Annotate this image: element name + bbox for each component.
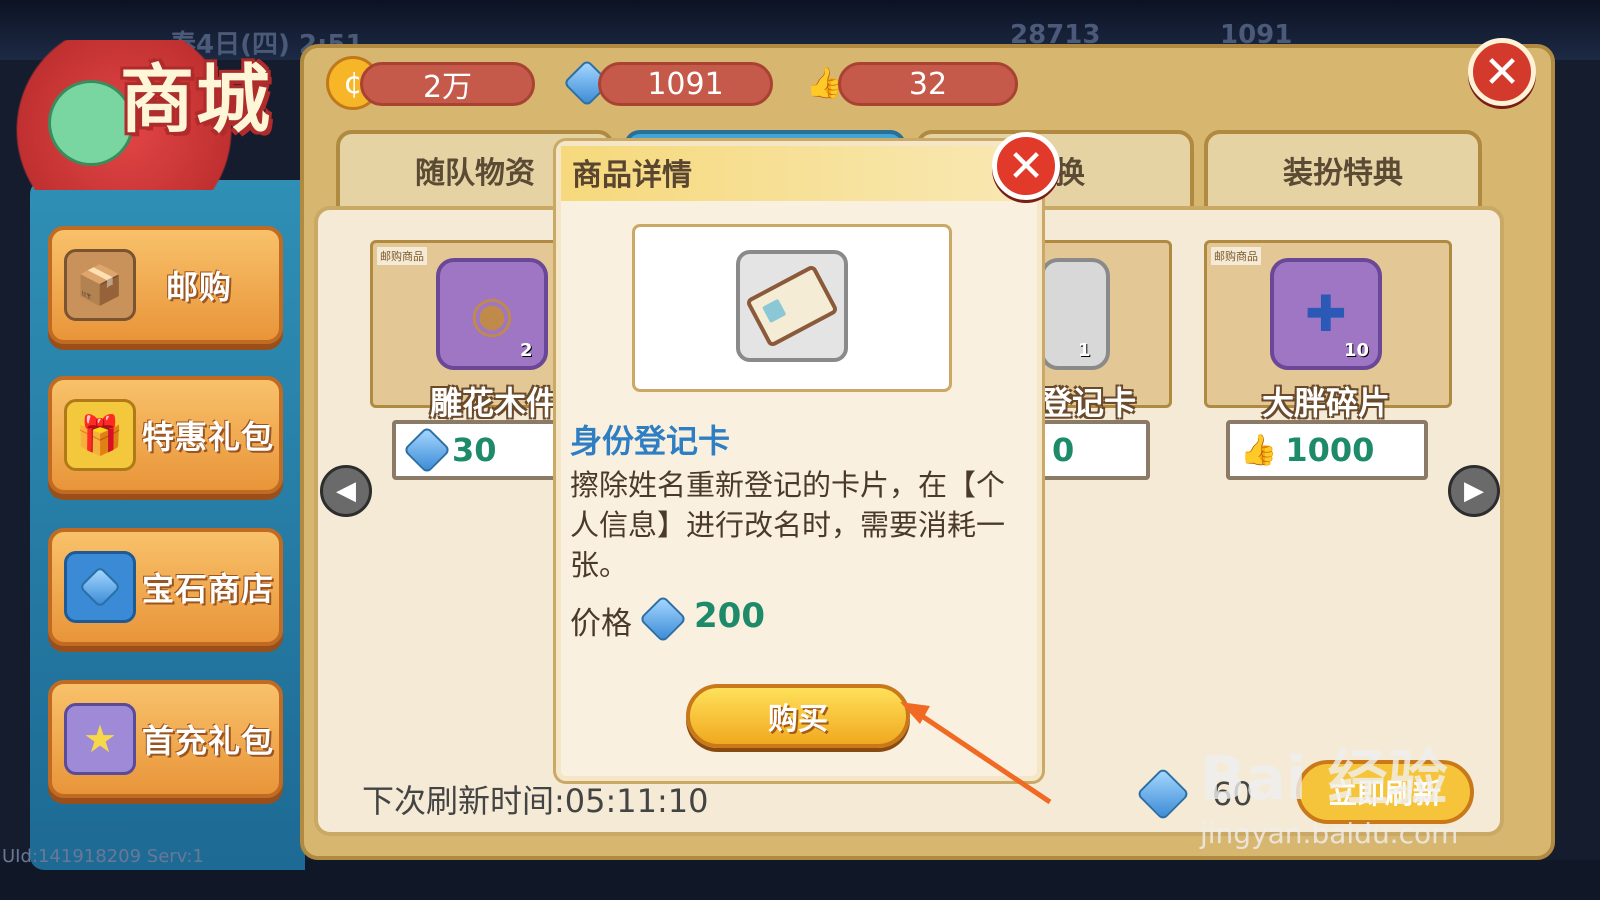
sidebar-item-first-recharge[interactable]: ★ 首充礼包 [48, 680, 283, 798]
goods-price-value: 1000 [1285, 431, 1375, 469]
goods-price-value: 0 [1052, 431, 1075, 469]
price-label: 价格 [570, 606, 632, 642]
goods-price-value: 30 [452, 431, 497, 469]
gift-icon: 🎁 [64, 399, 136, 471]
sidebar-item-special-pack[interactable]: 🎁 特惠礼包 [48, 376, 283, 494]
id-card-icon [1040, 258, 1110, 370]
prev-page-button[interactable]: ◀ [320, 465, 372, 517]
id-card-icon [736, 250, 848, 362]
sidebar-item-label: 邮购 [166, 268, 233, 306]
sidebar-item-gem-shop[interactable]: 宝石商店 [48, 528, 283, 646]
sidebar-item-label: 宝石商店 [142, 570, 275, 608]
refresh-cost-gem-icon [1136, 767, 1190, 821]
price-value: 200 [694, 596, 765, 636]
watermark-main: Bai 经验 [1200, 744, 1448, 814]
user-id-label: UId:141918209 Serv:1 [2, 846, 204, 867]
item-description: 擦除姓名重新登记的卡片，在【个人信息】进行改名时，需要消耗一张。 [570, 468, 1006, 582]
buy-button[interactable]: 购买 [686, 684, 910, 748]
close-modal-button[interactable]: ✕ [992, 132, 1060, 200]
sidebar-item-label: 首充礼包 [142, 722, 275, 760]
box-icon: 📦 [64, 249, 136, 321]
gem-price-icon [402, 425, 452, 475]
goods-tag: 邮购商品 [377, 247, 427, 265]
modal-title: 商品详情 [572, 158, 692, 193]
goods-tag: 邮购商品 [1211, 247, 1261, 265]
pointer-arrow-icon [900, 702, 1052, 805]
thumbs-up-price-icon: 👍 [1240, 432, 1278, 468]
close-shop-button[interactable]: ✕ [1468, 38, 1536, 106]
sidebar-item-mail-order[interactable]: 📦 邮购 [48, 226, 283, 344]
item-name: 身份登记卡 [570, 422, 731, 460]
gem-icon [638, 594, 688, 644]
refresh-timer: 下次刷新时间:05:11:10 [362, 782, 709, 820]
goods-name: 大胖碎片 [1262, 384, 1391, 422]
gem-balance: 1091 [598, 62, 773, 106]
card-icon: ★ [64, 703, 136, 775]
shop-logo-title: 商城 [120, 57, 272, 143]
goods-name: 登记卡 [1040, 384, 1137, 422]
goods-qty: 10 [1344, 340, 1370, 361]
watermark-sub: jingyan.baidu.com [1200, 817, 1459, 850]
baidu-watermark: Bai 经验 jingyan.baidu.com [1200, 730, 1458, 850]
tab-costume[interactable]: 装扮特典 [1204, 130, 1482, 210]
goods-qty: 1 [1078, 340, 1091, 361]
sidebar-item-label: 特惠礼包 [142, 418, 275, 456]
goods-price[interactable]: 👍 1000 [1226, 420, 1428, 480]
goods-price[interactable]: 0 [1040, 420, 1150, 480]
goods-price[interactable]: 30 [392, 420, 562, 480]
goods-qty: 2 [520, 340, 533, 361]
next-page-button[interactable]: ▶ [1448, 465, 1500, 517]
goods-name: 雕花木件 [430, 384, 559, 422]
gem-icon [64, 551, 136, 623]
like-balance: 32 [838, 62, 1018, 106]
coin-balance: 2万 [360, 62, 535, 106]
